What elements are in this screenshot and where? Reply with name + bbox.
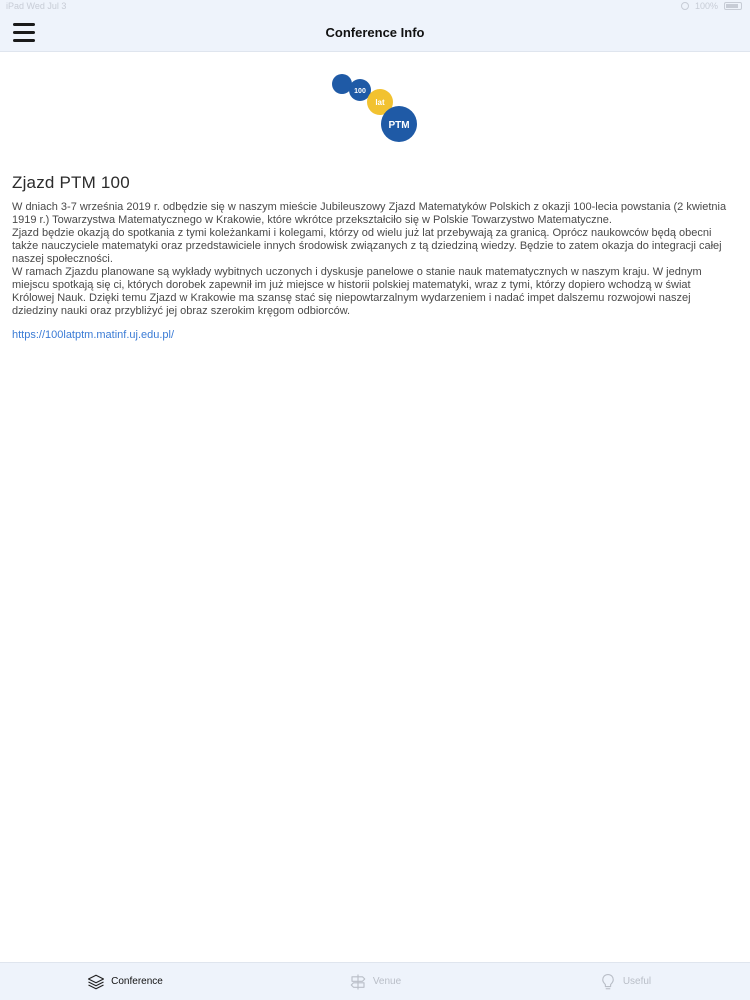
logo-circle-small — [332, 74, 352, 94]
tab-bar: Conference Venue Useful — [0, 962, 750, 1000]
battery-icon — [724, 2, 742, 10]
lightbulb-icon — [602, 973, 614, 989]
logo-text-lat: lat — [375, 98, 385, 107]
tab-useful-label: Useful — [622, 976, 652, 987]
ptm-100-logo: 100 lat PTM — [332, 74, 417, 142]
layers-icon — [88, 974, 105, 989]
battery-percent: 100% — [694, 1, 718, 11]
wifi-icon — [680, 2, 689, 10]
tab-venue-label: Venue — [372, 976, 402, 987]
page-title: Zjazd PTM 100 — [12, 173, 130, 192]
conference-website-link[interactable]: https://100latptm.matinf.uj.edu.pl/ — [12, 329, 174, 341]
tab-conference[interactable]: Conference — [0, 963, 250, 1000]
navigation-bar: Conference Info — [0, 14, 750, 52]
status-indicators: 100% — [680, 1, 742, 11]
logo-text-ptm: PTM — [388, 120, 409, 131]
logo-text-100: 100 — [354, 88, 366, 95]
tab-useful[interactable]: Useful — [500, 963, 750, 1000]
article-paragraph: W dniach 3-7 września 2019 r. odbędzie s… — [12, 201, 727, 226]
signpost-icon — [350, 974, 366, 989]
article-paragraph: W ramach Zjazdu planowane są wykłady wyb… — [12, 266, 702, 317]
article-paragraph: Zjazd będzie okazją do spotkania z tymi … — [12, 227, 722, 265]
tab-venue[interactable]: Venue — [250, 963, 500, 1000]
article-content: Zjazd PTM 100 W dniach 3-7 września 2019… — [12, 173, 728, 343]
status-bar: iPad Wed Jul 3 100% — [0, 0, 750, 14]
status-time: iPad Wed Jul 3 — [6, 1, 67, 11]
tab-conference-label: Conference — [111, 976, 163, 987]
nav-title: Conference Info — [325, 25, 425, 40]
